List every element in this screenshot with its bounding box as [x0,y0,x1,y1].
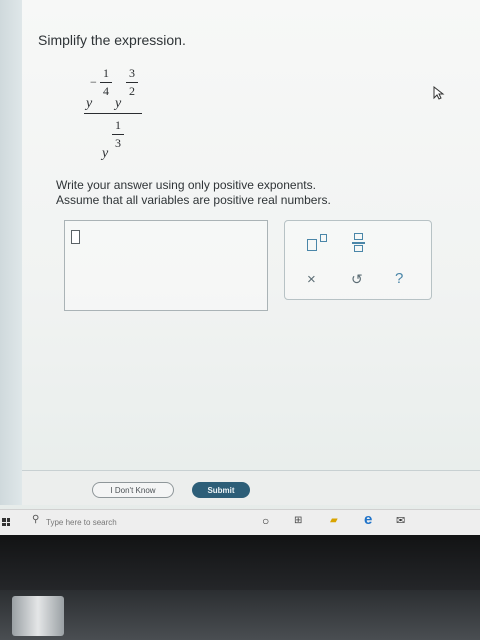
fraction-num-icon [354,233,363,240]
start-icon[interactable] [2,518,10,526]
superscript-exp-icon [320,234,327,242]
dont-know-button[interactable]: I Don't Know [92,482,174,498]
base-y-2: y [115,96,122,111]
task-view-icon[interactable]: ⊞ [294,515,302,526]
base-y-3: y [102,146,109,161]
action-bar: I Don't Know Submit [22,470,480,505]
help-button[interactable]: ? [395,270,403,287]
windows-taskbar: ⚲ Type here to search ○ ⊞ ▰ e ✉ [0,509,480,535]
exp1-denominator: 4 [103,84,109,98]
base-y-1: y [86,96,93,111]
exp2-denominator: 2 [129,84,135,98]
superscript-base-icon [307,239,317,251]
search-icon: ⚲ [32,514,40,525]
question-prompt: Simplify the expression. [38,32,186,48]
taskbar-search-input[interactable]: Type here to search [46,518,117,527]
mouse-cursor-icon [433,86,445,100]
answer-input[interactable] [64,220,268,311]
exp3-numerator: 1 [115,118,121,132]
answer-placeholder-box [71,230,80,244]
math-expression: − 1 4 y 3 2 y 1 3 y [84,66,154,166]
math-toolbar: × ↺ ? [284,220,432,300]
edge-browser-icon[interactable]: e [364,511,372,528]
store-icon[interactable]: ▰ [330,515,338,526]
laptop-hinge [0,590,480,640]
exp1-numerator: 1 [103,66,109,80]
fraction-button[interactable] [351,231,367,255]
exp2-fraction-bar [126,82,138,83]
fraction-den-icon [354,245,363,252]
hinge-reflection [12,596,64,636]
instruction-line-2: Assume that all variables are positive r… [56,193,331,207]
exp3-denominator: 3 [115,136,121,150]
instruction-line-1: Write your answer using only positive ex… [56,178,316,192]
exp2-numerator: 3 [129,66,135,80]
screen: Simplify the expression. − 1 4 y 3 2 y 1… [0,0,480,535]
left-sidebar-strip [0,0,22,505]
mail-icon[interactable]: ✉ [396,514,405,527]
undo-button[interactable]: ↺ [351,271,363,288]
exp1-sign: − [90,75,97,89]
main-fraction-bar [84,113,142,114]
instructions: Write your answer using only positive ex… [56,178,331,208]
fraction-bar-icon [352,242,365,244]
cortana-icon[interactable]: ○ [262,514,269,528]
clear-button[interactable]: × [307,271,316,288]
exp3-fraction-bar [112,134,124,135]
superscript-button[interactable] [307,233,333,253]
exp1-fraction-bar [100,82,112,83]
submit-button[interactable]: Submit [192,482,250,498]
